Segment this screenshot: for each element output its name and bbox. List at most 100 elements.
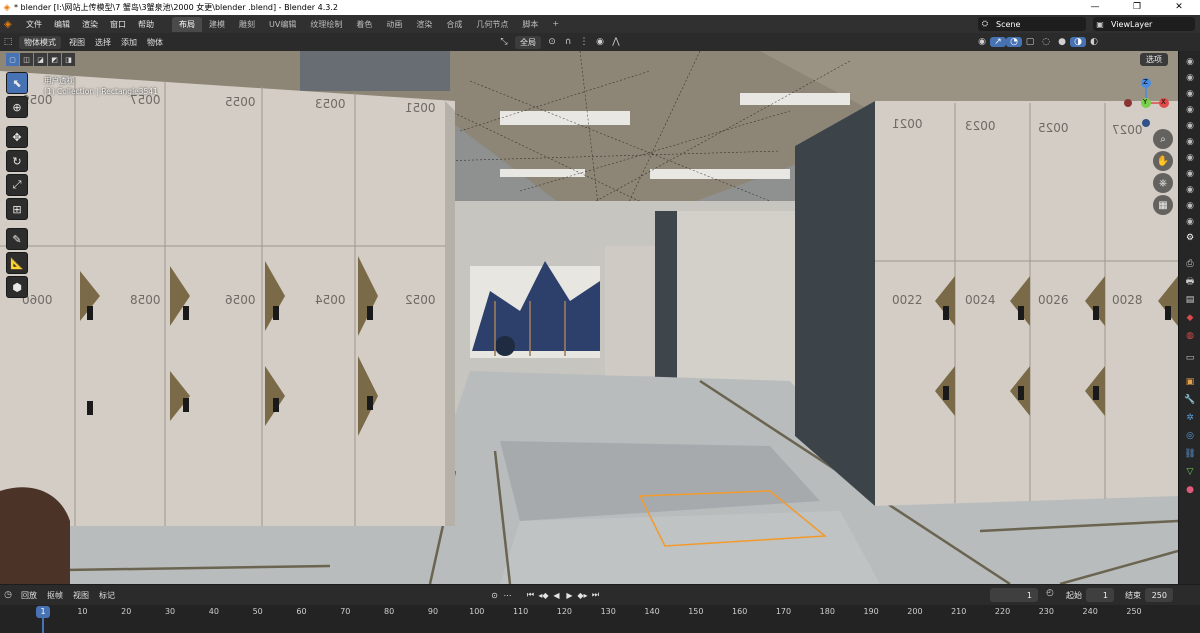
visibility-eye-icon[interactable]: ◉ [1183,183,1197,197]
visibility-eye-icon[interactable]: ◉ [1183,103,1197,117]
tab-uv-editing[interactable]: UV编辑 [262,17,303,32]
navigation-gizmo[interactable]: X Y Z [1118,73,1174,133]
play-reverse-icon[interactable]: ◀ [550,591,563,600]
object-properties-icon[interactable]: ▣ [1183,375,1197,389]
rotate-tool-icon[interactable]: ↻ [6,150,28,172]
scene-name[interactable]: Scene [992,20,1020,29]
menu-timeline-view[interactable]: 视图 [68,589,94,602]
play-icon[interactable]: ▶ [563,591,576,600]
tab-texture-paint[interactable]: 纹理绘制 [303,17,349,32]
select-invert-icon[interactable]: ◩ [48,53,61,66]
menu-help[interactable]: 帮助 [132,19,160,30]
add-workspace-button[interactable]: + [545,17,566,32]
menu-add[interactable]: 添加 [116,36,142,49]
start-frame-field[interactable]: 1 [1086,588,1114,602]
menu-keying[interactable]: 抠帧 [42,589,68,602]
transform-orientation-icon[interactable]: ⤡ [496,37,512,47]
xray-icon[interactable]: ▢ [1022,37,1038,47]
menu-window[interactable]: 窗口 [104,19,132,30]
menu-object[interactable]: 物体 [142,36,168,49]
next-keyframe-icon[interactable]: ◆▸ [576,591,589,600]
editor-type-icon[interactable]: ⬚ [0,37,16,47]
output-properties-icon[interactable]: 🖶 [1183,275,1197,289]
visibility-eye-icon[interactable]: ◉ [1183,55,1197,69]
material-shading-icon[interactable]: ◑ [1070,37,1086,47]
measure-tool-icon[interactable]: 📐 [6,252,28,274]
world-properties-icon[interactable]: ◍ [1183,329,1197,343]
menu-select[interactable]: 选择 [90,36,116,49]
menu-edit[interactable]: 编辑 [48,19,76,30]
prev-keyframe-icon[interactable]: ◂◆ [537,591,550,600]
visibility-eye-icon[interactable]: ◉ [1183,151,1197,165]
tab-shading[interactable]: 着色 [349,17,379,32]
mode-selector[interactable]: 物体模式 [19,35,61,49]
physics-properties-icon[interactable]: ◎ [1183,429,1197,443]
select-tool-icon[interactable]: ⬉ [6,72,28,94]
select-extend-icon[interactable]: ◫ [20,53,33,66]
move-tool-icon[interactable]: ✥ [6,126,28,148]
wireframe-shading-icon[interactable]: ◌ [1038,37,1054,47]
tab-rendering[interactable]: 渲染 [409,17,439,32]
camera-view-icon[interactable]: ⎈ [1153,173,1173,193]
timeline-editor-icon[interactable]: ◷ [0,590,16,600]
orientation-selector[interactable]: 全局 [515,35,541,49]
options-dropdown[interactable]: 选项 [1140,53,1168,66]
menu-marker[interactable]: 标记 [94,589,120,602]
cursor-tool-icon[interactable]: ⊕ [6,96,28,118]
visibility-eye-icon[interactable]: ◉ [1183,71,1197,85]
jump-start-icon[interactable]: ⏮ [524,590,537,600]
3d-viewport[interactable]: 0059 0057 0055 0053 0051 0060 0058 0056 … [0,51,1178,584]
particles-properties-icon[interactable]: ✲ [1183,411,1197,425]
snap-target-icon[interactable]: ⋮ [576,37,592,47]
minimize-button[interactable]: — [1074,0,1116,15]
add-cube-tool-icon[interactable]: ⬢ [6,276,28,298]
close-button[interactable]: ✕ [1158,0,1200,15]
tab-animation[interactable]: 动画 [379,17,409,32]
constraints-properties-icon[interactable]: ⛓ [1183,447,1197,461]
menu-playback[interactable]: 回放 [16,589,42,602]
tab-geometry-nodes[interactable]: 几何节点 [469,17,515,32]
record-icon[interactable]: ⊙ [488,591,501,600]
menu-render[interactable]: 渲染 [76,19,104,30]
zoom-icon[interactable]: ⌕ [1153,129,1173,149]
material-properties-icon[interactable]: ● [1183,483,1197,497]
falloff-icon[interactable]: ⋀ [608,37,624,47]
timeline-ruler[interactable]: 1 10 20 30 40 50 60 70 80 90 100 110 120 130 140 150 160… [0,605,1200,633]
end-frame-field[interactable]: 250 [1145,588,1173,602]
select-subtract-icon[interactable]: ◪ [34,53,47,66]
visibility-eye-icon[interactable]: ◉ [1183,199,1197,213]
view-layer-selector[interactable]: ▣ ViewLayer [1093,17,1195,31]
clock-icon[interactable]: ◴ [1042,588,1058,598]
scene-properties-icon[interactable]: ◆ [1183,311,1197,325]
perspective-grid-icon[interactable]: ▦ [1153,195,1173,215]
view-layer-properties-icon[interactable]: ▤ [1183,293,1197,307]
proportional-edit-icon[interactable]: ◉ [592,37,608,47]
blender-menu-icon[interactable]: ◈ [4,19,20,30]
current-frame-field[interactable]: 1 [990,588,1038,602]
tool-properties-icon[interactable]: ⚙ [1183,231,1197,245]
auto-key-icon[interactable]: ⋯ [501,591,514,600]
tab-layout[interactable]: 布局 [172,16,202,32]
rendered-shading-icon[interactable]: ◐ [1086,37,1102,47]
maximize-button[interactable]: ❐ [1116,0,1158,15]
jump-end-icon[interactable]: ⏭ [589,590,602,600]
visibility-eye-icon[interactable]: ◉ [1183,119,1197,133]
overlay-toggle-icon[interactable]: ◔ [1006,37,1022,47]
visibility-eye-icon[interactable]: ◉ [1183,135,1197,149]
modifier-properties-icon[interactable]: 🔧 [1183,393,1197,407]
scene-selector[interactable]: ⛭ Scene [978,17,1086,31]
visibility-eye-icon[interactable]: ◉ [1183,87,1197,101]
visibility-eye-icon[interactable]: ◉ [1183,167,1197,181]
scale-tool-icon[interactable]: ⤢ [6,174,28,196]
view-layer-name[interactable]: ViewLayer [1107,20,1152,29]
collection-properties-icon[interactable]: ▭ [1183,351,1197,365]
menu-view[interactable]: 视图 [64,36,90,49]
tab-modeling[interactable]: 建模 [202,17,232,32]
annotate-tool-icon[interactable]: ✎ [6,228,28,250]
visibility-icon[interactable]: ◉ [974,37,990,47]
pan-hand-icon[interactable]: ✋ [1153,151,1173,171]
render-properties-icon[interactable]: ⎙ [1183,257,1197,271]
data-properties-icon[interactable]: ▽ [1183,465,1197,479]
tab-sculpting[interactable]: 雕刻 [232,17,262,32]
snap-icon[interactable]: ∩ [560,37,576,47]
